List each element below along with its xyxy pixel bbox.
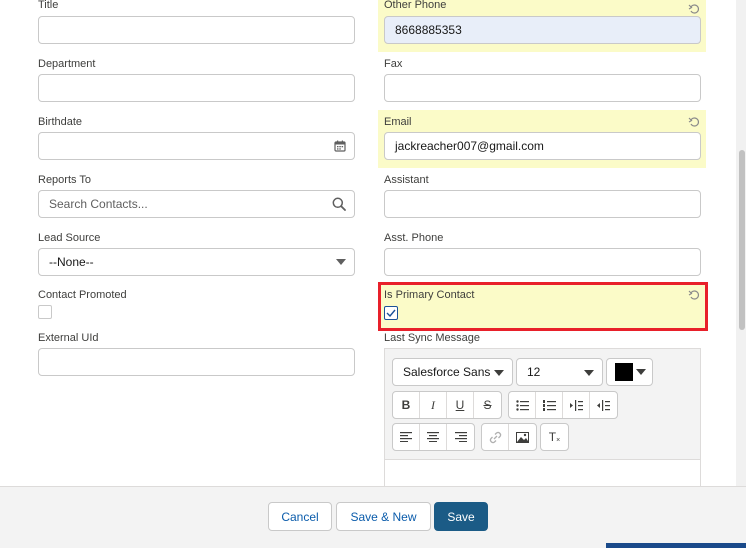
indent-icon[interactable] (563, 392, 590, 418)
italic-button[interactable]: I (420, 392, 447, 418)
bottom-edge-strip (606, 543, 746, 548)
bullet-list-icon[interactable] (509, 392, 536, 418)
reports-to-label: Reports To (38, 174, 91, 186)
search-icon[interactable] (332, 197, 346, 211)
font-family-value: Salesforce Sans (403, 365, 491, 379)
undo-icon[interactable] (688, 2, 700, 14)
chevron-down-icon (636, 369, 646, 375)
align-group (392, 423, 475, 451)
numbered-list-icon[interactable] (536, 392, 563, 418)
link-icon[interactable] (482, 424, 509, 450)
save-and-new-button[interactable]: Save & New (336, 502, 431, 531)
scrollbar-thumb[interactable] (739, 150, 745, 330)
image-icon[interactable] (509, 424, 536, 450)
birthdate-input[interactable] (38, 132, 355, 160)
assistant-label: Assistant (384, 174, 429, 186)
clear-formatting-glyph: T (548, 430, 557, 444)
title-label: Title (38, 0, 59, 11)
email-label: Email (384, 116, 412, 128)
annotation-outline (378, 282, 708, 331)
lead-source-value: --None-- (49, 255, 94, 269)
font-size-value: 12 (527, 365, 541, 379)
text-color-picker[interactable] (606, 358, 653, 386)
bold-button[interactable]: B (393, 392, 420, 418)
calendar-icon[interactable] (334, 140, 346, 152)
reports-to-placeholder: Search Contacts... (49, 197, 148, 211)
align-right-icon[interactable] (447, 424, 474, 450)
lead-source-label: Lead Source (38, 232, 101, 244)
lead-source-select[interactable]: --None-- (38, 248, 355, 276)
asst-phone-input[interactable] (384, 248, 701, 276)
department-label: Department (38, 58, 96, 70)
outdent-icon[interactable] (590, 392, 617, 418)
chevron-down-icon (494, 370, 504, 376)
font-family-select[interactable]: Salesforce Sans (392, 358, 513, 386)
other-phone-value: 8668885353 (395, 23, 462, 37)
align-left-icon[interactable] (393, 424, 420, 450)
strikethrough-button[interactable]: S (474, 392, 501, 418)
email-input[interactable]: jackreacher007@gmail.com (384, 132, 701, 160)
assistant-input[interactable] (384, 190, 701, 218)
last-sync-message-label: Last Sync Message (384, 332, 480, 344)
save-button[interactable]: Save (434, 502, 488, 531)
color-swatch (615, 363, 633, 381)
email-value: jackreacher007@gmail.com (395, 139, 544, 153)
align-center-icon[interactable] (420, 424, 447, 450)
clear-group: T × (540, 423, 569, 451)
other-phone-input[interactable]: 8668885353 (384, 16, 701, 44)
format-group: B I U S (392, 391, 502, 419)
last-sync-message-editor: Salesforce Sans 12 B I U S T × (384, 348, 701, 498)
department-input[interactable] (38, 74, 355, 102)
external-uid-label: External UId (38, 332, 99, 344)
birthdate-label: Birthdate (38, 116, 83, 128)
clear-formatting-button[interactable]: T × (541, 424, 568, 450)
underline-button[interactable]: U (447, 392, 474, 418)
other-phone-label: Other Phone (384, 0, 447, 11)
contact-promoted-checkbox[interactable] (38, 305, 52, 319)
title-input[interactable] (38, 16, 355, 44)
undo-icon[interactable] (688, 115, 700, 127)
font-size-select[interactable]: 12 (516, 358, 603, 386)
reports-to-input[interactable]: Search Contacts... (38, 190, 355, 218)
fax-input[interactable] (384, 74, 701, 102)
external-uid-input[interactable] (38, 348, 355, 376)
asst-phone-label: Asst. Phone (384, 232, 444, 244)
fax-label: Fax (384, 58, 403, 70)
insert-group (481, 423, 537, 451)
chevron-down-icon (584, 370, 594, 376)
clear-x-icon: × (556, 436, 561, 444)
contact-promoted-label: Contact Promoted (38, 289, 127, 301)
chevron-down-icon (336, 259, 346, 265)
list-group (508, 391, 618, 419)
cancel-button[interactable]: Cancel (268, 502, 332, 531)
